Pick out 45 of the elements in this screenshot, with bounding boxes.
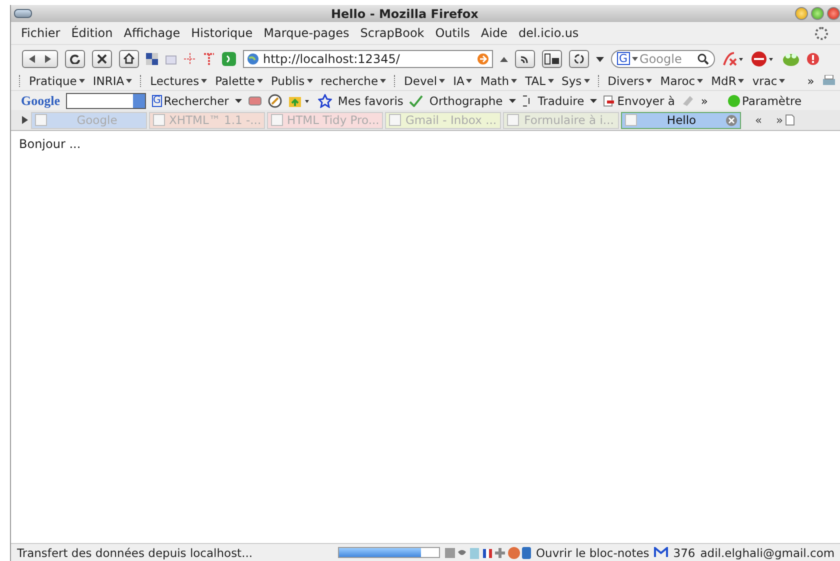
bookmark-folder[interactable]: vrac	[752, 74, 786, 88]
menu-item[interactable]: Aide	[480, 26, 508, 40]
menu-item[interactable]: Historique	[191, 26, 253, 40]
search-field[interactable]: G Google	[611, 50, 715, 68]
send-button[interactable]: Envoyer à	[603, 94, 675, 108]
menu-item[interactable]: del.icio.us	[518, 26, 579, 40]
menu-item[interactable]: ScrapBook	[360, 26, 424, 40]
menu-item[interactable]: Édition	[71, 26, 113, 40]
bookmark-folder[interactable]: Pratique	[29, 74, 85, 88]
address-field[interactable]: http://localhost:12345/	[243, 50, 493, 68]
tab-scroll-button[interactable]: «	[755, 113, 762, 127]
bookmark-folder[interactable]: TAL	[525, 74, 554, 88]
bookmark-folder[interactable]: recherche	[320, 74, 386, 88]
more-tools-button[interactable]: »	[700, 94, 708, 108]
bookmark-folder[interactable]: MdR	[711, 74, 744, 88]
mail-count[interactable]: 376	[673, 546, 696, 560]
more-bookmarks-button[interactable]: »	[807, 74, 814, 88]
bookmark-folder[interactable]: INRIA	[92, 74, 132, 88]
mail-account[interactable]: adil.elghali@gmail.com	[700, 546, 835, 560]
translate-button[interactable]: Traduire	[538, 94, 584, 108]
search-placeholder: Google	[640, 52, 683, 66]
bookmark-folder[interactable]: Lectures	[150, 74, 208, 88]
bookmark-folder[interactable]: IA	[453, 74, 472, 88]
bookmark-folder[interactable]: Sys	[562, 74, 590, 88]
spellcheck-button[interactable]: Orthographe	[429, 94, 503, 108]
menu-item[interactable]: Affichage	[124, 26, 180, 40]
status-text: Transfert des données depuis localhost...	[17, 546, 254, 560]
notepad-button[interactable]: Ouvrir le bloc-notes	[536, 546, 650, 560]
menu-item[interactable]: Outils	[435, 26, 470, 40]
window-title: Hello - Mozilla Firefox	[331, 6, 478, 20]
tab-scroll-button[interactable]: »	[776, 113, 784, 127]
bookmark-folder[interactable]: Maroc	[660, 74, 704, 88]
page-text: Bonjour ...	[19, 137, 81, 151]
bookmark-folder[interactable]: Publis	[270, 74, 313, 88]
browser-tab[interactable]: Hello	[621, 112, 741, 128]
menu-item[interactable]: Marque-pages	[264, 26, 350, 40]
bookmarks-button[interactable]: Mes favoris	[338, 94, 404, 108]
menu-item[interactable]: Fichier	[21, 26, 60, 40]
bookmark-folder[interactable]: Math	[480, 74, 518, 88]
bookmark-folder[interactable]: Devel	[404, 74, 446, 88]
google-logo: Google	[21, 92, 60, 108]
bookmark-folder[interactable]: Divers	[608, 74, 652, 88]
bookmark-folder[interactable]: Palette	[215, 74, 263, 88]
settings-button[interactable]: Paramètre	[728, 94, 802, 108]
engine-logo: G	[617, 52, 630, 65]
